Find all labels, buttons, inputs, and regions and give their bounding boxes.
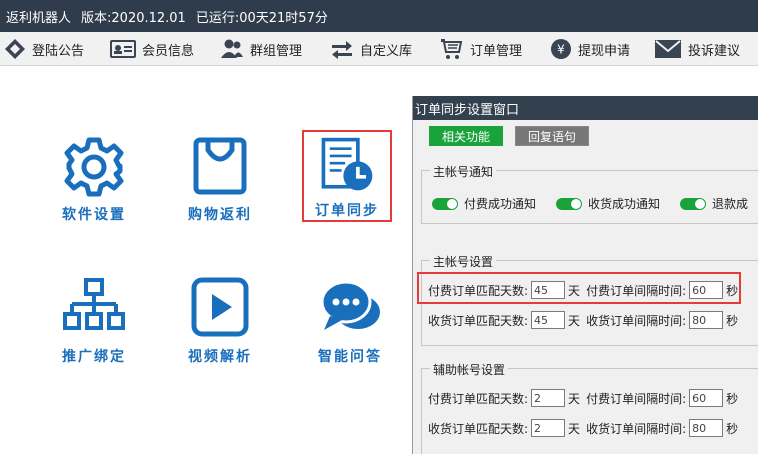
tile-shopping-rebate[interactable]: 购物返利 [172,134,268,230]
shopping-bag-icon [193,137,247,195]
tile-video-parse[interactable]: 视频解析 [172,276,268,372]
tile-smart-qa[interactable]: 智能问答 [302,276,398,372]
gear-icon [64,137,124,197]
switch-on-icon [432,197,458,210]
toggle-refund-success[interactable]: 退款成 [680,195,748,212]
uptime: 已运行:00天21时57分 [195,10,328,26]
unit-day: 天 [568,421,581,436]
id-card-icon [110,40,136,58]
unit-day: 天 [568,313,581,328]
menu-item-complaint[interactable]: 投诉建议 [654,32,740,66]
toggle-receive-success[interactable]: 收货成功通知 [556,195,660,212]
aux-recv-days-input[interactable] [531,419,566,437]
aux-pay-interval-input[interactable] [689,389,724,407]
svg-text:¥: ¥ [557,43,565,57]
tile-label: 订单同步 [315,203,379,219]
toggle-pay-success[interactable]: 付费成功通知 [432,195,536,212]
aux-recv-interval-input[interactable] [689,419,724,437]
mail-icon [655,40,681,58]
app-name: 返利机器人 [6,10,72,26]
yen-coin-icon: ¥ [551,39,571,59]
aux-pay-row: 付费订单匹配天数: 天 付费订单间隔时间: 秒 [428,389,738,407]
menu-item-announcement[interactable]: 登陆公告 [4,32,84,66]
hierarchy-icon [63,278,125,330]
main-recv-row: 收货订单匹配天数: 天 收货订单间隔时间: 秒 [428,311,738,329]
aux-recv-row: 收货订单匹配天数: 天 收货订单间隔时间: 秒 [428,419,738,437]
tile-software-settings[interactable]: 软件设置 [46,134,142,230]
diamond-arrows-icon [5,39,25,59]
unit-second: 秒 [726,313,739,328]
menu-item-custom-library[interactable]: 自定义库 [330,32,412,66]
aux-pay-interval-label: 付费订单间隔时间: [586,391,687,406]
app-version: 版本:2020.12.01 [81,10,186,26]
play-video-icon [191,277,249,337]
main-recv-days-input[interactable] [531,311,566,329]
tab-reply-statements[interactable]: 回复语句 [515,126,590,146]
tile-label: 智能问答 [318,349,382,365]
aux-pay-days-label: 付费订单匹配天数: [428,391,529,406]
aux-recv-interval-label: 收货订单间隔时间: [586,421,687,436]
switch-on-icon [680,197,707,210]
tile-promo-binding[interactable]: 推广绑定 [46,276,142,372]
tile-label: 购物返利 [188,207,252,223]
main-recv-days-label: 收货订单匹配天数: [428,313,529,328]
users-icon [221,39,243,58]
notify-toggles: 付费成功通知 收货成功通知 退款成 [432,195,758,212]
unit-second: 秒 [726,391,739,406]
unit-second: 秒 [726,421,739,436]
unit-day: 天 [568,391,581,406]
dialog-title: 订单同步设置窗口 [413,96,758,120]
menu-item-group-manage[interactable]: 群组管理 [220,32,302,66]
dialog-tabs: 相关功能 回复语句 [429,126,601,146]
menu-bar: 登陆公告 会员信息 群组管理 自定义库 订单管理 ¥ 提现申请 投诉建议 [0,32,758,66]
menu-item-member-info[interactable]: 会员信息 [110,32,194,66]
menu-item-withdraw[interactable]: ¥ 提现申请 [550,32,630,66]
group-main-notify: 主帐号通知 付费成功通知 收货成功通知 退款成 [421,163,758,224]
group-title: 辅助帐号设置 [430,361,509,378]
chat-bubbles-icon [320,280,380,330]
group-title: 主帐号设置 [430,253,497,270]
switch-on-icon [556,197,583,210]
main-recv-interval-input[interactable] [689,311,724,329]
aux-recv-days-label: 收货订单匹配天数: [428,421,529,436]
cart-icon [441,39,463,59]
tile-label: 软件设置 [62,207,126,223]
swap-arrows-icon [332,41,352,59]
group-aux-settings: 辅助帐号设置 付费订单匹配天数: 天 付费订单间隔时间: 秒 收货订单匹配天数:… [421,361,758,454]
tile-label: 推广绑定 [62,349,126,365]
order-sync-icon [321,137,373,191]
tile-order-sync[interactable]: 订单同步 [302,130,392,222]
group-title: 主帐号通知 [430,163,497,180]
order-sync-dialog: 订单同步设置窗口 相关功能 回复语句 主帐号通知 付费成功通知 收货成功通知 退… [412,96,758,454]
highlight-box [417,272,741,304]
tab-related-functions[interactable]: 相关功能 [429,126,504,146]
aux-pay-days-input[interactable] [531,389,566,407]
tile-label: 视频解析 [188,349,252,365]
menu-item-order-manage[interactable]: 订单管理 [440,32,522,66]
main-recv-interval-label: 收货订单间隔时间: [586,313,687,328]
title-bar: 返利机器人 版本:2020.12.01 已运行:00天21时57分 [0,0,758,32]
